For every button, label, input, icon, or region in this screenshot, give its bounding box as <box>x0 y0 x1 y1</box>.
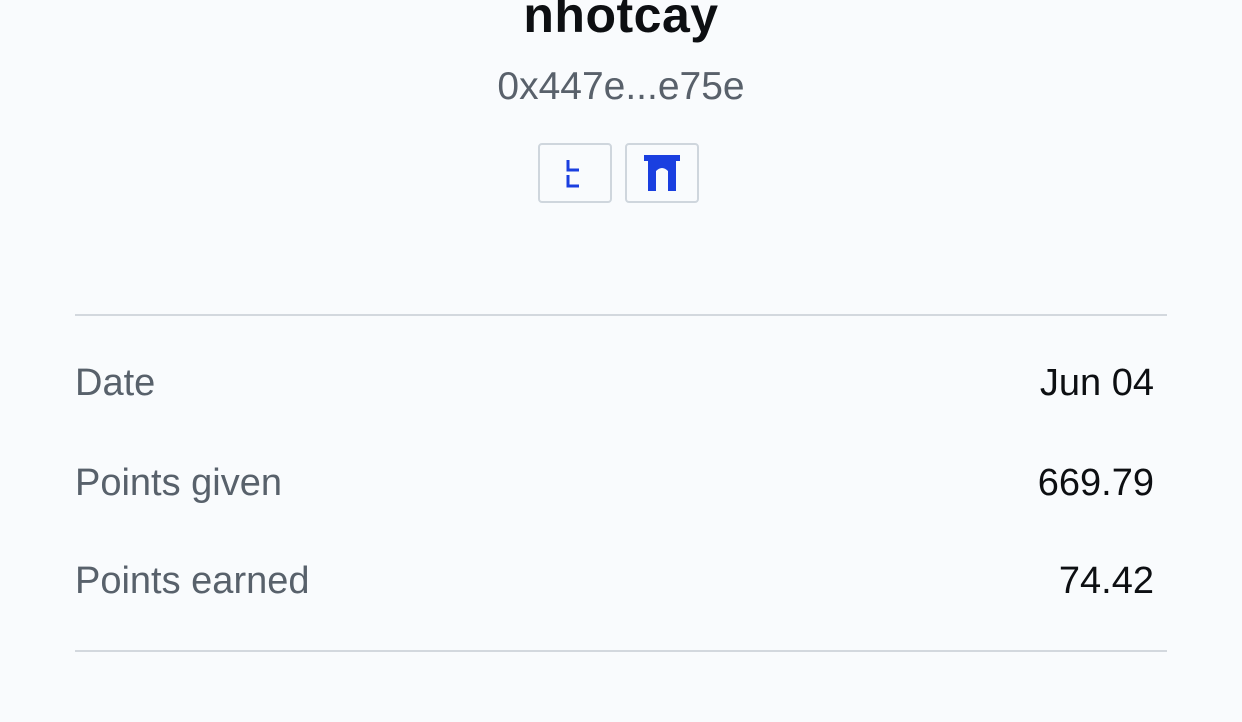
points-given-label: Points given <box>75 461 283 504</box>
points-earned-label: Points earned <box>75 559 310 602</box>
gateway-link-button[interactable] <box>625 143 699 203</box>
stat-row-date: Date Jun 04 <box>75 358 1154 408</box>
stats-top-divider <box>75 314 1167 316</box>
lens-link-button[interactable] <box>538 143 612 203</box>
profile-card: nhotcay 0x447e...e75e Date Jun 04 Points… <box>0 0 1242 722</box>
points-given-value: 669.79 <box>1037 461 1154 504</box>
stats-bottom-divider <box>75 650 1167 652</box>
profile-username: nhotcay <box>523 0 719 43</box>
date-label: Date <box>75 361 156 404</box>
date-value: Jun 04 <box>1039 361 1154 404</box>
wallet-address[interactable]: 0x447e...e75e <box>0 64 1242 110</box>
gateway-icon <box>644 155 680 191</box>
points-earned-value: 74.42 <box>1058 559 1154 602</box>
lens-icon <box>566 160 579 188</box>
social-links <box>538 143 699 203</box>
stat-row-points-earned: Points earned 74.42 <box>75 556 1154 606</box>
stat-row-points-given: Points given 669.79 <box>75 458 1154 508</box>
